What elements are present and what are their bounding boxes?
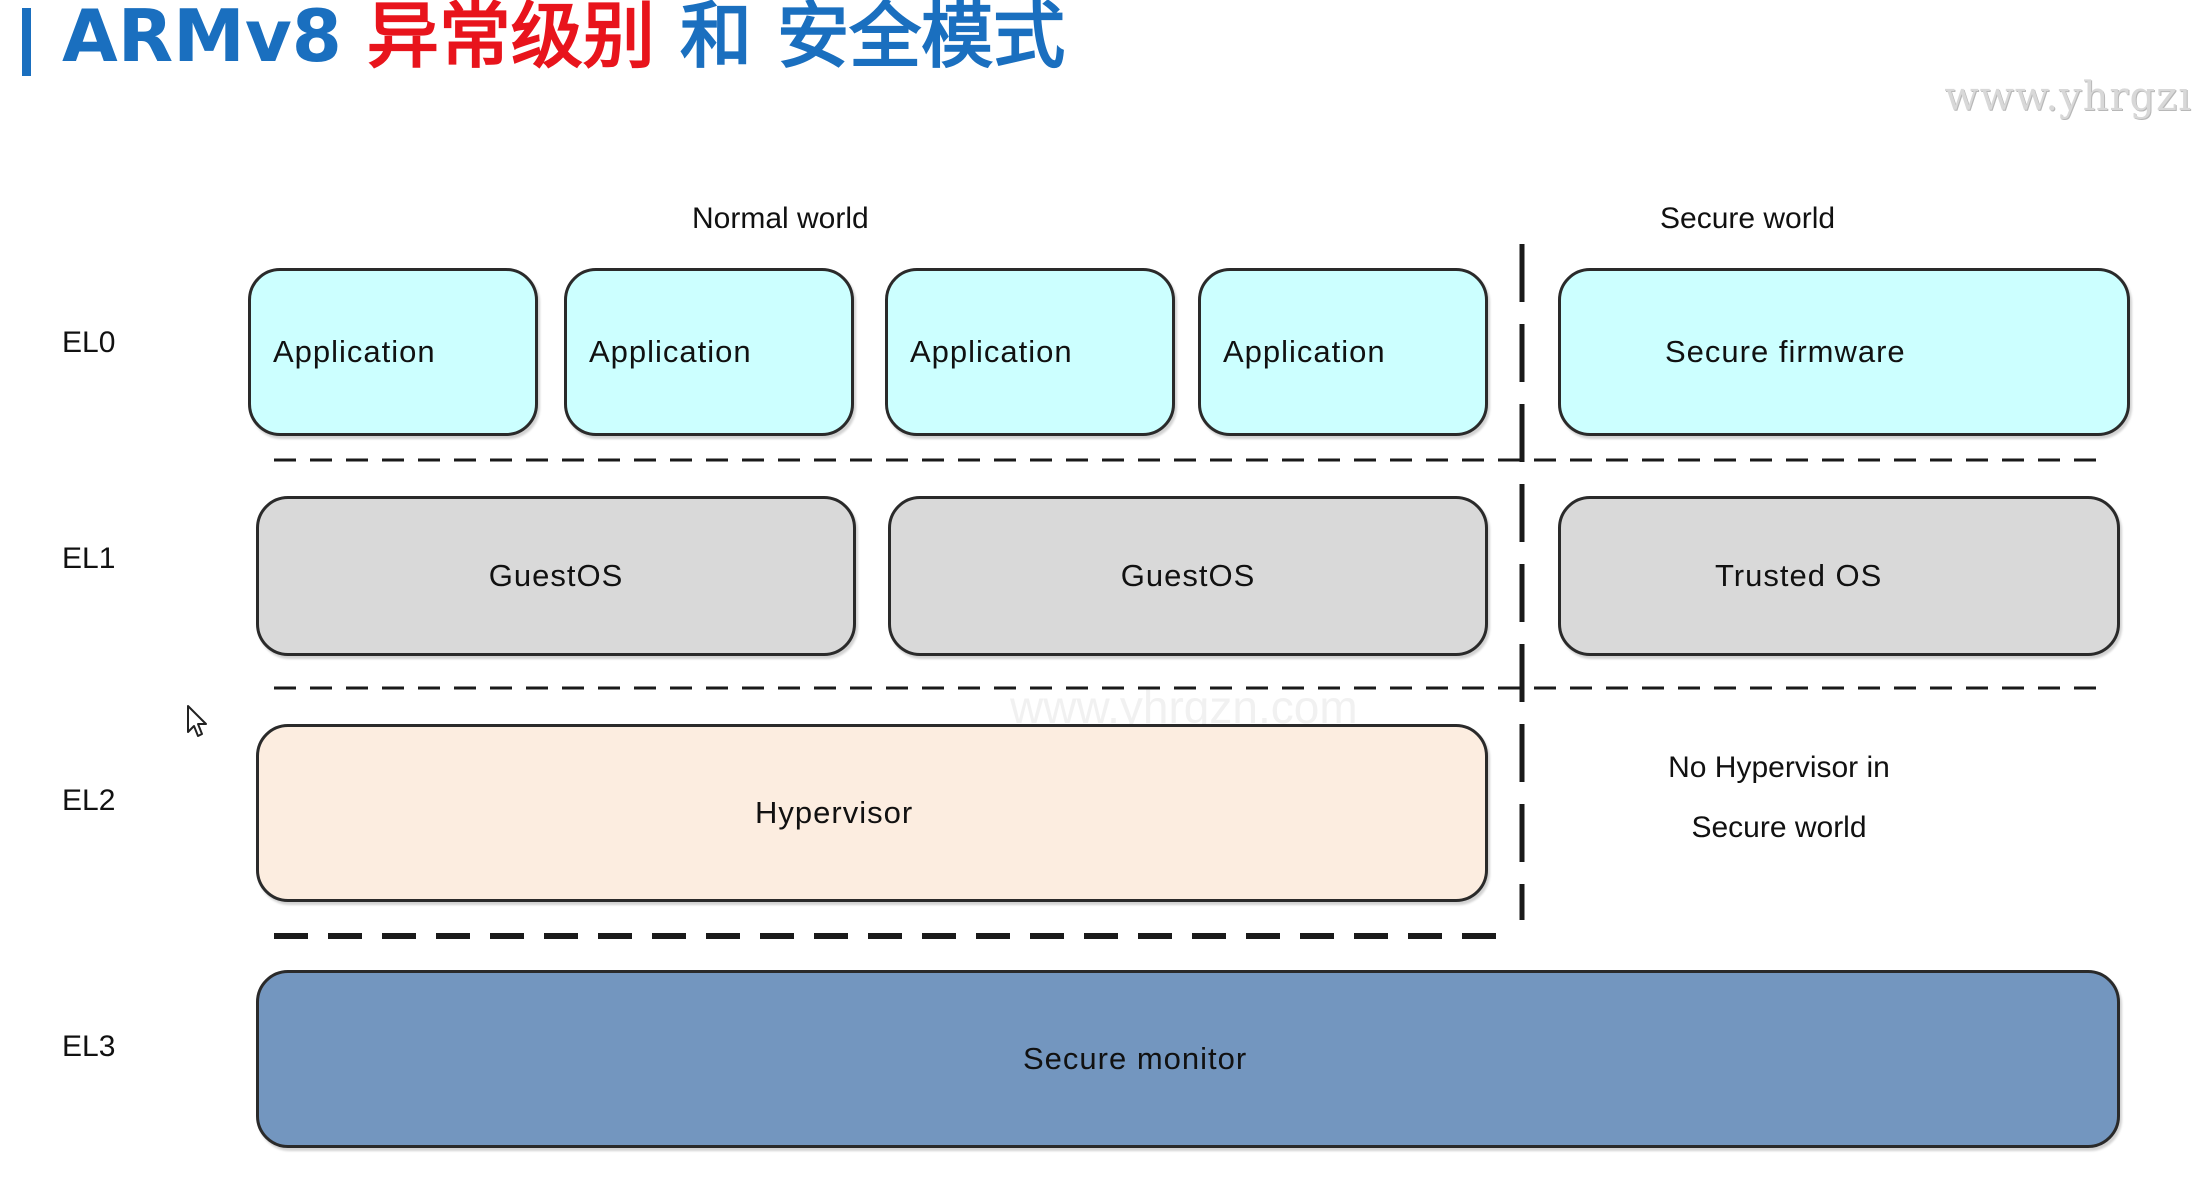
separator-lines: [274, 244, 2104, 939]
mouse-pointer-icon: [187, 705, 207, 737]
